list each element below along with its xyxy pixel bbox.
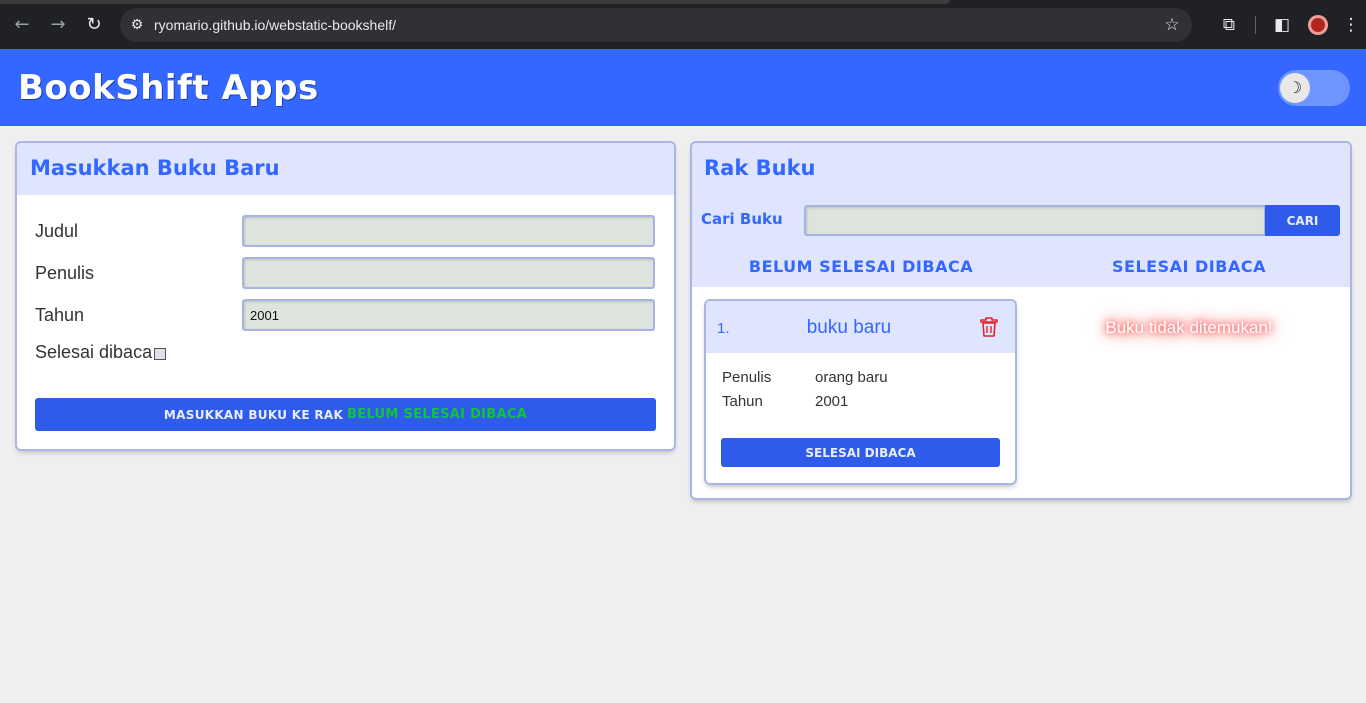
app-header: BookShift Apps ☽ — [0, 49, 1366, 126]
search-button[interactable]: CARI — [1265, 205, 1340, 236]
url-text[interactable]: ryomario.github.io/webstatic-bookshelf/ — [154, 17, 1152, 33]
submit-target: BELUM SELESAI DIBACA — [347, 407, 528, 422]
judul-row: Judul — [35, 215, 655, 247]
star-icon[interactable]: ☆ — [1152, 15, 1192, 35]
reload-icon[interactable]: ↻ — [76, 7, 112, 43]
back-icon[interactable]: ← — [4, 7, 40, 43]
read-column-heading: SELESAI DIBACA — [1112, 257, 1266, 276]
tab-strip — [0, 0, 950, 4]
address-bar[interactable]: ⚙ ryomario.github.io/webstatic-bookshelf… — [120, 8, 1192, 42]
bookshelf-panel-header: Rak Buku Cari Buku CARI BELUM SELESAI DI… — [692, 143, 1350, 287]
year-value: 2001 — [815, 393, 849, 410]
selesai-row: Selesai dibaca — [35, 342, 167, 363]
browser-toolbar: ← → ↻ ⚙ ryomario.github.io/webstatic-boo… — [0, 0, 1366, 49]
tahun-row: Tahun — [35, 299, 655, 331]
author-value: orang baru — [815, 369, 888, 386]
judul-input[interactable] — [242, 215, 655, 247]
penulis-row: Penulis — [35, 257, 655, 289]
theme-toggle[interactable]: ☽ — [1278, 69, 1350, 106]
site-settings-icon[interactable]: ⚙ — [120, 17, 154, 33]
book-card-header: 1. buku baru — [706, 301, 1015, 353]
submit-prefix: MASUKKAN BUKU KE RAK — [163, 407, 344, 422]
not-found-message: Buku tidak ditemukan! — [1105, 318, 1273, 337]
search-input[interactable] — [804, 205, 1266, 236]
app-title: BookShift Apps — [18, 67, 319, 108]
tahun-input[interactable] — [242, 299, 655, 331]
year-label: Tahun — [722, 393, 763, 410]
mark-read-button[interactable]: SELESAI DIBACA — [721, 438, 1000, 467]
add-book-title: Masukkan Buku Baru — [30, 156, 280, 180]
sidebar-icon[interactable]: ◧ — [1264, 15, 1300, 35]
selesai-checkbox[interactable] — [154, 347, 167, 360]
selesai-label: Selesai dibaca — [35, 342, 153, 362]
add-book-panel-header: Masukkan Buku Baru — [17, 143, 674, 195]
moon-icon: ☽ — [1280, 72, 1310, 103]
profile-icon[interactable] — [1308, 14, 1328, 35]
book-year-row: Tahun 2001 — [722, 393, 848, 410]
bookshelf-title: Rak Buku — [704, 156, 816, 180]
forward-icon[interactable]: → — [40, 7, 76, 43]
unread-column-heading: BELUM SELESAI DIBACA — [748, 257, 974, 276]
author-label: Penulis — [722, 369, 772, 386]
tahun-label: Tahun — [35, 304, 85, 325]
trash-icon[interactable] — [979, 316, 999, 338]
book-title: buku baru — [806, 317, 892, 338]
judul-label: Judul — [35, 220, 79, 241]
bookshelf-panel: Rak Buku Cari Buku CARI BELUM SELESAI DI… — [692, 143, 1350, 498]
penulis-input[interactable] — [242, 257, 655, 289]
search-label: Cari Buku — [701, 210, 783, 228]
toolbar-divider — [1255, 15, 1256, 34]
penulis-label: Penulis — [35, 262, 95, 283]
extensions-icon[interactable]: ⧉ — [1211, 15, 1247, 35]
menu-icon[interactable]: ⋮ — [1336, 15, 1366, 35]
submit-book-button[interactable]: MASUKKAN BUKU KE RAK BELUM SELESAI DIBAC… — [35, 398, 656, 431]
book-author-row: Penulis orang baru — [722, 369, 888, 386]
add-book-panel: Masukkan Buku Baru Judul Penulis Tahun S… — [17, 143, 674, 449]
book-card: 1. buku baru Penulis orang baru Tahun 20… — [706, 301, 1015, 483]
